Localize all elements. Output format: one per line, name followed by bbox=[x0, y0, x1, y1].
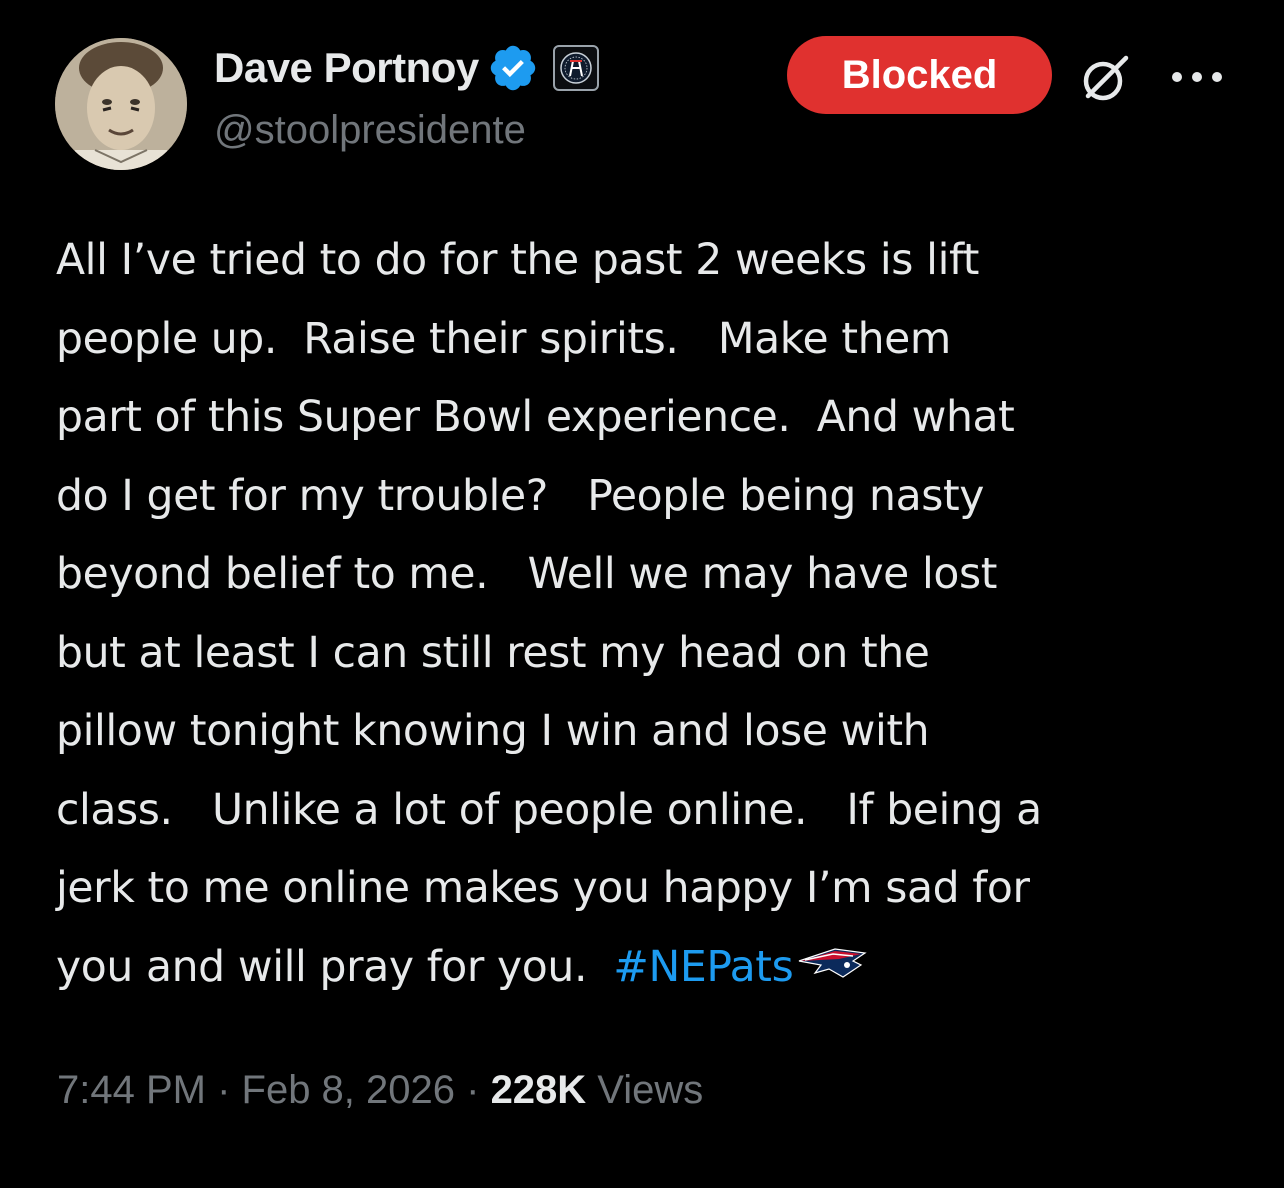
tweet-text-line: beyond belief to me. Well we may have lo… bbox=[56, 550, 997, 599]
meta-separator: · bbox=[455, 1067, 491, 1112]
tweet-date[interactable]: Feb 8, 2026 bbox=[242, 1068, 456, 1113]
author-handle[interactable]: @stoolpresidente bbox=[214, 108, 526, 153]
author-avatar[interactable] bbox=[55, 38, 187, 170]
views-count[interactable]: 228K bbox=[491, 1068, 587, 1113]
hashtag-link[interactable]: #NEPats bbox=[613, 943, 793, 992]
grok-icon[interactable] bbox=[1076, 50, 1134, 108]
meta-separator: · bbox=[205, 1067, 242, 1112]
tweet-time[interactable]: 7:44 PM bbox=[57, 1068, 206, 1113]
tweet-text-line: pillow tonight knowing I win and lose wi… bbox=[56, 707, 930, 756]
tweet-text-line: part of this Super Bowl experience. And … bbox=[56, 393, 1015, 442]
tweet-detail: Dave Portnoy @stoolpresidente Blocked Al… bbox=[0, 0, 1284, 1188]
tweet-text-line: people up. Raise their spirits. Make the… bbox=[56, 314, 951, 364]
tweet-text-line: All I’ve tried to do for the past 2 week… bbox=[56, 236, 980, 285]
profile-photo-icon bbox=[55, 38, 187, 170]
tweet-text-line: but at least I can still rest my head on… bbox=[56, 628, 930, 678]
tweet-text-line: do I get for my trouble? People being na… bbox=[56, 471, 984, 521]
tweet-text: All I’ve tried to do for the past 2 week… bbox=[56, 222, 1256, 1007]
tweet-text-last-line: you and will pray for you. #NEPats bbox=[56, 929, 1256, 1008]
barstool-affiliate-badge-icon[interactable] bbox=[552, 45, 599, 91]
tweet-text-fragment: you and will pray for you. bbox=[56, 942, 614, 992]
blocked-button[interactable]: Blocked bbox=[787, 36, 1052, 114]
verified-badge-icon[interactable] bbox=[487, 42, 539, 94]
tweet-text-line: jerk to me online makes you happy I’m sa… bbox=[56, 864, 1030, 913]
views-label: Views bbox=[586, 1067, 704, 1112]
author-display-name[interactable]: Dave Portnoy bbox=[214, 44, 479, 92]
tweet-text-line: class. Unlike a lot of people online. If… bbox=[56, 785, 1042, 835]
patriots-logo-icon bbox=[795, 935, 869, 979]
more-options-icon[interactable] bbox=[1168, 62, 1226, 92]
author-name-row: Dave Portnoy bbox=[214, 40, 599, 96]
tweet-meta: 7:44 PM · Feb 8, 2026 · 228K Views bbox=[57, 1060, 703, 1120]
